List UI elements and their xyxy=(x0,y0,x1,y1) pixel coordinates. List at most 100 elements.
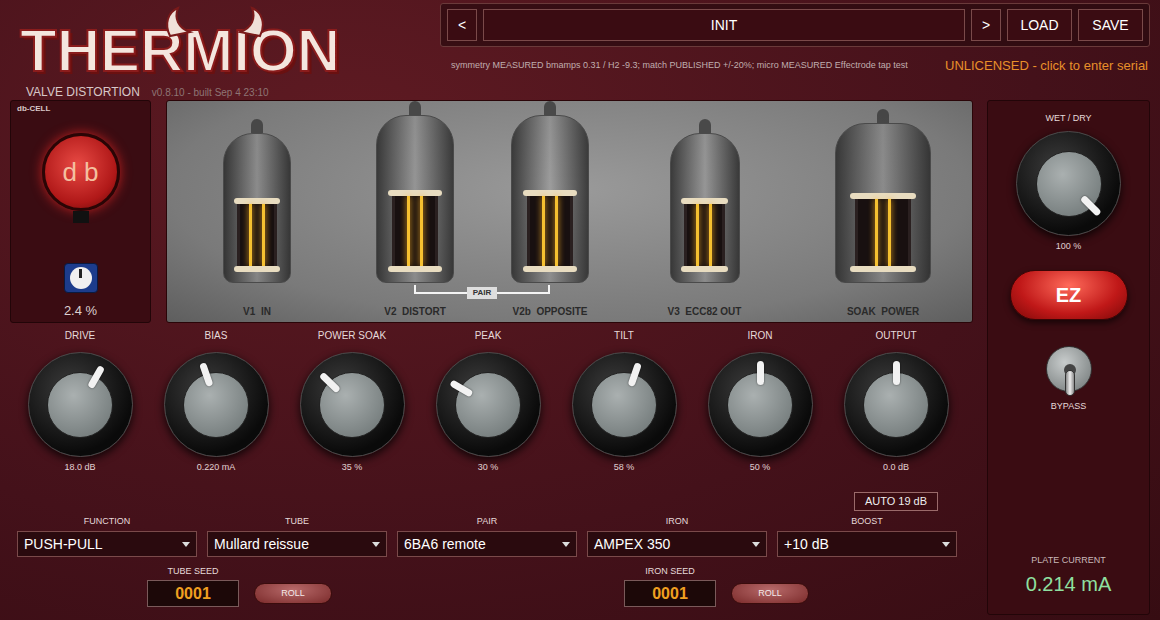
knob[interactable] xyxy=(708,352,813,457)
pair-label: PAIR xyxy=(467,287,498,299)
knob[interactable] xyxy=(844,352,949,457)
preset-name[interactable]: INIT xyxy=(483,9,965,41)
tube-label: V2b OPPOSITE xyxy=(512,305,587,319)
db-cell-knob[interactable] xyxy=(64,263,98,293)
caret-icon xyxy=(942,542,950,547)
knob-label: DRIVE xyxy=(65,329,96,343)
knob-cap xyxy=(47,372,113,438)
version: v0.8.10 - built Sep 4 23:10 xyxy=(152,85,269,100)
dropdown[interactable]: Mullard reissue xyxy=(207,531,387,557)
subtitle: VALVE DISTORTION xyxy=(26,83,140,101)
caret-icon xyxy=(182,542,190,547)
knob-row: DRIVE18.0 dBBIAS0.220 mAPOWER SOAK35 %PE… xyxy=(12,323,973,511)
tube-envelope xyxy=(835,123,931,283)
knob-label: OUTPUT xyxy=(875,329,916,343)
tube: V2b OPPOSITE xyxy=(483,101,617,325)
seed-label: TUBE SEED xyxy=(167,565,218,577)
knob[interactable] xyxy=(164,352,269,457)
db-cell-bulb: d b xyxy=(42,133,120,211)
db-cell-reading: 2.4 % xyxy=(64,301,97,321)
wet-dry-knob[interactable] xyxy=(1016,131,1121,236)
logo-area: THERMIONVALVE DISTORTION v0.8.10 - built … xyxy=(0,0,440,100)
knob[interactable] xyxy=(28,352,133,457)
tube-envelope xyxy=(223,133,291,283)
bypass-toggle[interactable] xyxy=(1046,346,1092,392)
tube-tip xyxy=(544,101,556,115)
logo: THERMION xyxy=(20,20,440,82)
plate-current-label: PLATE CURRENT xyxy=(1031,554,1105,566)
dropdown-label: TUBE xyxy=(285,515,309,527)
caret-icon xyxy=(752,542,760,547)
license-link[interactable]: UNLICENSED - click to enter serial xyxy=(945,56,1148,76)
knob[interactable] xyxy=(300,352,405,457)
dropdown-label: PAIR xyxy=(477,515,497,527)
knob-label: PEAK xyxy=(475,329,502,343)
tube: V1 IN xyxy=(167,101,347,325)
tube-envelope xyxy=(511,115,589,283)
knob-cap xyxy=(455,372,521,438)
preset-action-button[interactable]: SAVE xyxy=(1078,9,1143,41)
pair-bracket: PAIR xyxy=(414,285,550,294)
roll-button[interactable]: ROLL xyxy=(731,583,809,604)
prev-preset-button[interactable]: < xyxy=(447,9,477,41)
wet-dry-label: WET / DRY xyxy=(1045,112,1091,124)
plugin-window: THERMIONVALVE DISTORTION v0.8.10 - built … xyxy=(0,0,1160,620)
knob-pointer xyxy=(10,334,151,475)
tube-display: V1 IN V2 DISTORT V2b OPPOSITE V3 ECC82 OUT S… xyxy=(166,100,973,323)
knob-pointer xyxy=(996,111,1142,257)
seed-value[interactable]: 0001 xyxy=(624,580,716,607)
knob-reading: 0.0 dB xyxy=(883,460,909,474)
db-cell-stem xyxy=(73,211,89,223)
tube-label: SOAK POWER xyxy=(847,305,919,319)
dropdown-label: IRON xyxy=(666,515,689,527)
horns-icon xyxy=(160,6,270,38)
knob-control: OUTPUT 0.0 dB AUTO 19 dB xyxy=(828,329,964,511)
next-preset-button[interactable]: > xyxy=(971,9,1001,41)
dropdown[interactable]: AMPEX 350 xyxy=(587,531,767,557)
tube-envelope xyxy=(670,133,740,283)
knob-label: IRON xyxy=(748,329,773,343)
knob-pointer xyxy=(417,334,558,475)
roll-button[interactable]: ROLL xyxy=(254,583,332,604)
knob-label: POWER SOAK xyxy=(318,329,386,343)
preset-bar: <INIT>LOADSAVE xyxy=(440,3,1150,47)
knob-label: TILT xyxy=(614,329,634,343)
dropdown[interactable]: PUSH-PULL xyxy=(17,531,197,557)
knob-reading: 18.0 dB xyxy=(64,460,95,474)
knob-label: BIAS xyxy=(205,329,228,343)
tube-tip xyxy=(251,119,263,133)
knob-pointer xyxy=(559,339,690,470)
knob[interactable] xyxy=(436,352,541,457)
knob-pointer xyxy=(279,332,425,478)
plate-current-reading: 0.214 mA xyxy=(1026,572,1112,596)
knob-control: DRIVE 18.0 dB xyxy=(12,329,148,511)
knob-pointer xyxy=(151,339,282,470)
tube-label: V2 DISTORT xyxy=(384,305,446,319)
knob-reading: 30 % xyxy=(478,460,499,474)
knob-cap xyxy=(183,372,249,438)
tube: V3 ECC82 OUT xyxy=(617,101,792,325)
knob-reading: 0.220 mA xyxy=(197,460,236,474)
preset-action-button[interactable]: LOAD xyxy=(1007,9,1072,41)
knob-reading: 50 % xyxy=(750,460,771,474)
tube: SOAK POWER xyxy=(792,101,974,325)
side-panel: WET / DRY 100 % EZ BYPASS PLATE CURRENT 0.214… xyxy=(987,100,1150,615)
knob-pointer xyxy=(845,353,948,456)
ez-button[interactable]: EZ xyxy=(1010,270,1128,320)
auto-gain-button[interactable]: AUTO 19 dB xyxy=(854,492,938,511)
wet-dry-reading: 100 % xyxy=(1056,240,1082,252)
tube-label: V1 IN xyxy=(243,305,271,319)
knob[interactable] xyxy=(572,352,677,457)
dropdown[interactable]: 6BA6 remote xyxy=(397,531,577,557)
seed-value[interactable]: 0001 xyxy=(147,580,239,607)
tube-tip xyxy=(877,109,889,123)
tube-tip xyxy=(409,101,421,115)
knob-control: IRON 50 % xyxy=(692,329,828,511)
dropdown[interactable]: +10 dB xyxy=(777,531,957,557)
bypass-label: BYPASS xyxy=(1051,400,1086,412)
tube-envelope xyxy=(376,115,454,283)
knob-cap xyxy=(591,372,657,438)
caret-icon xyxy=(372,542,380,547)
knob-control: TILT58 % xyxy=(556,329,692,511)
tube-label: V3 ECC82 OUT xyxy=(668,305,742,319)
